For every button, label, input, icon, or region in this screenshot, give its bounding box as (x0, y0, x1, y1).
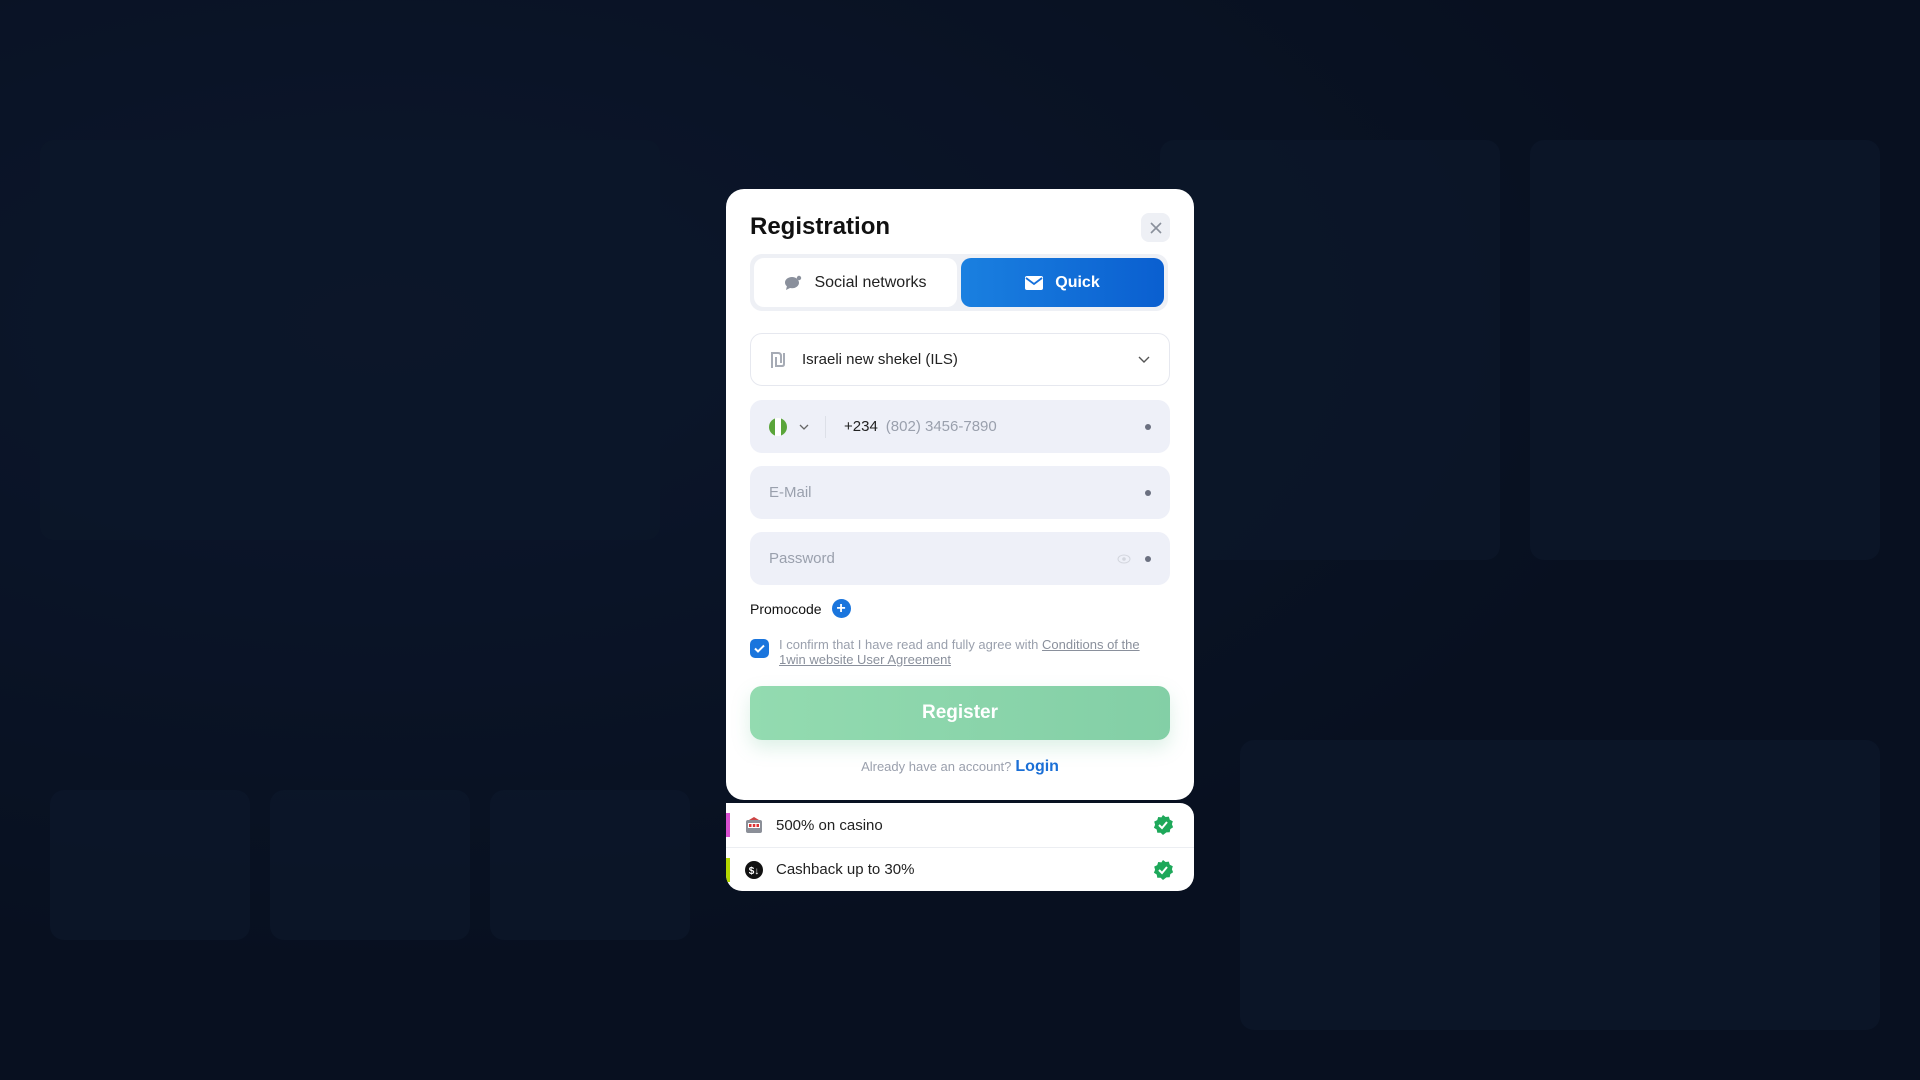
promocode-label: Promocode (750, 600, 822, 617)
agreement-text: I confirm that I have read and fully agr… (779, 637, 1043, 652)
login-prompt: Already have an account? Login (726, 758, 1194, 776)
phone-country-code: +234 (844, 418, 878, 435)
verified-check-icon (1153, 815, 1174, 835)
promocode-toggle[interactable]: Promocode + (750, 599, 851, 618)
bonus-label: 500% on casino (776, 816, 883, 834)
slot-machine-icon (746, 817, 762, 833)
envelope-icon (1025, 275, 1044, 290)
country-select[interactable] (769, 415, 826, 438)
required-dot-icon (1145, 555, 1151, 562)
required-dot-icon (1145, 489, 1151, 496)
currency-value: Israeli new shekel (ILS) (802, 351, 958, 368)
close-button[interactable] (1141, 213, 1170, 242)
email-placeholder: E-Mail (769, 484, 812, 501)
phone-placeholder: (802) 3456-7890 (885, 418, 997, 435)
password-field[interactable]: Password (750, 532, 1170, 585)
modal-title: Registration (750, 213, 891, 240)
nigeria-flag-icon (769, 417, 787, 436)
agreement: I confirm that I have read and fully agr… (750, 637, 1154, 667)
register-button[interactable]: Register (750, 686, 1170, 740)
accent-bar (726, 858, 730, 882)
phone-field[interactable]: +234 (802) 3456-7890 (750, 400, 1170, 453)
verified-check-icon (1153, 859, 1174, 880)
registration-modal: Registration Social networks Quick Israe… (726, 189, 1194, 800)
password-placeholder: Password (769, 550, 835, 567)
chevron-down-icon (1138, 356, 1150, 363)
svg-text:$↓: $↓ (749, 866, 760, 877)
tab-social-networks[interactable]: Social networks (754, 258, 957, 307)
shekel-icon (771, 351, 785, 368)
bonus-item: $↓ Cashback up to 30% (726, 847, 1194, 891)
chat-bubble-icon (785, 275, 802, 290)
bonus-label: Cashback up to 30% (776, 861, 915, 878)
agreement-checkbox[interactable] (750, 639, 769, 658)
plus-icon[interactable]: + (831, 599, 851, 618)
chevron-down-icon (799, 424, 809, 430)
checkmark-icon (754, 644, 765, 653)
required-dot-icon (1145, 423, 1151, 430)
currency-select[interactable]: Israeli new shekel (ILS) (750, 333, 1170, 386)
bonus-panel: 500% on casino $↓ Cashback up to 30% (726, 803, 1194, 891)
close-icon (1149, 221, 1162, 234)
bonus-item: 500% on casino (726, 803, 1194, 847)
cashback-coin-icon: $↓ (745, 860, 763, 879)
tab-quick[interactable]: Quick (961, 258, 1164, 307)
already-text: Already have an account? (861, 759, 1012, 774)
login-link[interactable]: Login (1015, 758, 1059, 775)
tab-label: Quick (1055, 273, 1100, 291)
registration-tabs: Social networks Quick (750, 254, 1168, 311)
accent-bar (726, 813, 730, 837)
email-field[interactable]: E-Mail (750, 466, 1170, 519)
tab-label: Social networks (814, 273, 927, 291)
eye-icon[interactable] (1117, 554, 1131, 564)
